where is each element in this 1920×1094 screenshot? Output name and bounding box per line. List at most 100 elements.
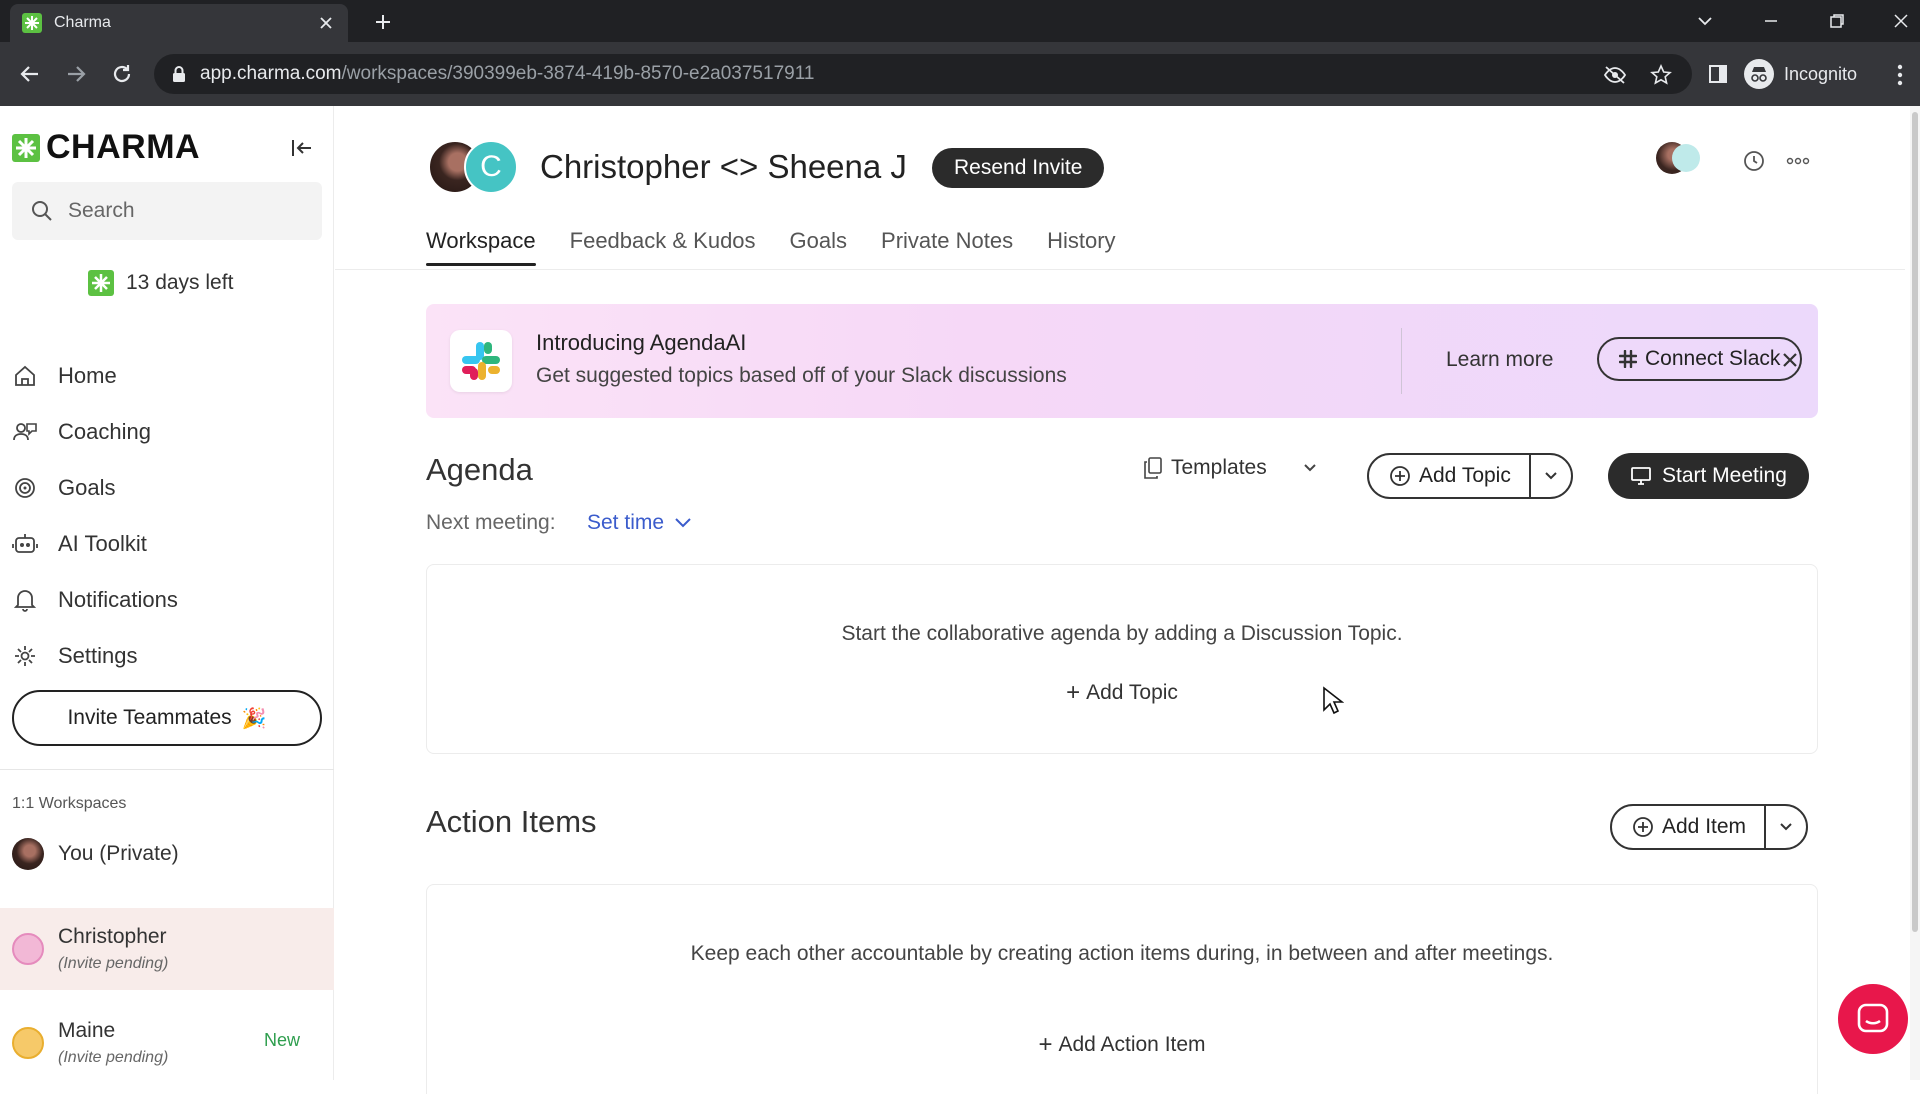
sidebar-item-settings[interactable]: Settings (12, 634, 322, 678)
agenda-title: Agenda (426, 452, 533, 487)
workspace-item-christopher[interactable]: Christopher (Invite pending) (0, 908, 334, 990)
start-meeting-button[interactable]: Start Meeting (1608, 453, 1809, 499)
templates-dropdown[interactable]: Templates (1143, 456, 1317, 480)
gear-icon (12, 643, 38, 669)
set-time-label: Set time (587, 511, 665, 534)
add-item-button[interactable]: Add Item (1612, 806, 1767, 848)
tab-title: Charma (54, 14, 111, 31)
sidebar-item-home[interactable]: Home (12, 354, 322, 398)
close-window-icon[interactable] (1886, 6, 1916, 36)
sidebar-item-goals[interactable]: Goals (12, 466, 322, 510)
add-action-item-label: Add Action Item (1058, 1033, 1206, 1056)
goals-icon (12, 475, 38, 501)
workspaces-heading: 1:1 Workspaces (12, 795, 127, 812)
sidebar-item-label: Coaching (58, 419, 151, 444)
collapse-sidebar-icon[interactable] (288, 134, 316, 162)
sidebar-search[interactable] (12, 182, 322, 240)
new-badge: New (264, 1030, 301, 1050)
avatar (1672, 144, 1700, 172)
workspace-name: You (Private) (58, 842, 179, 865)
side-panel-icon[interactable] (1702, 58, 1734, 90)
header-avatars[interactable] (1656, 142, 1702, 176)
add-topic-button[interactable]: Add Topic (1369, 455, 1531, 497)
tab-goals[interactable]: Goals (790, 228, 847, 264)
main-content: C Christopher <> Sheena J Resend Invite … (335, 106, 1905, 1094)
add-item-dropdown-icon[interactable] (1766, 806, 1806, 848)
tab-search-chevron-icon[interactable] (1690, 6, 1720, 36)
workspace-status: (Invite pending) (58, 1049, 169, 1066)
sidebar-item-label: Notifications (58, 587, 178, 612)
sidebar-item-coaching[interactable]: Coaching (12, 410, 322, 454)
tab-feedback-kudos[interactable]: Feedback & Kudos (570, 228, 756, 264)
add-item-split-button: Add Item (1610, 804, 1809, 850)
avatar (12, 1027, 44, 1059)
plus-icon: + (1038, 1031, 1053, 1058)
charma-logo[interactable]: CHARMA (12, 128, 200, 167)
agenda-empty-card: Start the collaborative agenda by adding… (426, 564, 1818, 754)
add-topic-link-label: Add Topic (1086, 681, 1178, 704)
chat-launcher-button[interactable] (1838, 984, 1908, 1054)
set-time-dropdown[interactable]: Set time (587, 511, 692, 535)
scrollbar-thumb[interactable] (1912, 112, 1918, 932)
sidebar-divider (0, 769, 334, 770)
tabs-divider (335, 269, 1905, 270)
agenda-empty-text: Start the collaborative agenda by adding… (841, 622, 1403, 645)
action-items-empty-text: Keep each other accountable by creating … (690, 942, 1554, 965)
agenda-ai-banner: Introducing AgendaAI Get suggested topic… (426, 304, 1818, 418)
sidebar-item-ai-toolkit[interactable]: AI Toolkit (12, 522, 322, 566)
workspace-status: (Invite pending) (58, 955, 169, 972)
reload-icon[interactable] (106, 58, 138, 90)
page-title: Christopher <> Sheena J (540, 148, 907, 185)
trial-indicator[interactable]: 13 days left (88, 270, 233, 296)
restore-icon[interactable] (1822, 6, 1852, 36)
sidebar-item-label: Home (58, 363, 117, 388)
add-topic-dropdown-icon[interactable] (1531, 455, 1571, 497)
add-action-item-link[interactable]: + Add Action Item (427, 1031, 1817, 1059)
charma-favicon-icon (22, 13, 42, 33)
resend-invite-button[interactable]: Resend Invite (932, 148, 1105, 188)
home-icon (12, 363, 38, 389)
forward-icon[interactable] (60, 58, 92, 90)
tab-close-icon[interactable] (316, 13, 336, 33)
learn-more-link[interactable]: Learn more (1446, 348, 1553, 372)
new-tab-icon[interactable] (370, 9, 396, 35)
browser-menu-icon[interactable] (1890, 60, 1910, 90)
sidebar-item-notifications[interactable]: Notifications (12, 578, 322, 622)
workspace-item-maine[interactable]: Maine (Invite pending) New (0, 1002, 334, 1084)
add-topic-label: Add Topic (1419, 464, 1511, 487)
search-input[interactable] (68, 199, 308, 223)
eye-off-icon[interactable] (1602, 62, 1628, 88)
connect-slack-button[interactable]: Connect Slack (1597, 337, 1803, 381)
profile-label: Incognito (1784, 63, 1858, 84)
avatar-initial: C (464, 140, 518, 194)
back-icon[interactable] (14, 58, 46, 90)
sidebar-item-label: AI Toolkit (58, 531, 147, 556)
tab-workspace[interactable]: Workspace (426, 228, 536, 266)
workspace-item-private[interactable]: You (Private) (0, 826, 334, 882)
invite-teammates-button[interactable]: Invite Teammates 🎉 (12, 690, 322, 746)
minimize-icon[interactable] (1756, 6, 1786, 36)
tab-private-notes[interactable]: Private Notes (881, 228, 1013, 264)
incognito-indicator[interactable]: Incognito (1744, 56, 1857, 92)
action-items-title: Action Items (426, 804, 597, 839)
history-clock-icon[interactable] (1739, 146, 1769, 176)
close-banner-icon[interactable] (1776, 346, 1804, 374)
bookmark-star-icon[interactable] (1648, 62, 1674, 88)
more-options-icon[interactable] (1783, 146, 1813, 176)
avatar (12, 933, 44, 965)
add-item-label: Add Item (1662, 815, 1747, 838)
browser-tab[interactable]: Charma (10, 4, 348, 42)
browser-toolbar: app.charma.com/workspaces/390399eb-3874-… (0, 42, 1920, 106)
invite-label: Invite Teammates (67, 706, 232, 729)
add-topic-link[interactable]: + Add Topic (427, 679, 1817, 707)
address-bar[interactable]: app.charma.com/workspaces/390399eb-3874-… (154, 54, 1692, 94)
tab-history[interactable]: History (1047, 228, 1115, 264)
chevron-down-icon (674, 517, 692, 529)
page-scrollbar[interactable] (1910, 106, 1920, 1080)
workspace-tabs: Workspace Feedback & Kudos Goals Private… (426, 228, 1150, 266)
workspace-name: Christopher (58, 925, 167, 948)
incognito-icon (1744, 59, 1774, 89)
banner-subtitle: Get suggested topics based off of your S… (536, 364, 1067, 387)
monitor-icon (1630, 466, 1652, 486)
participant-avatars: C (428, 140, 518, 196)
